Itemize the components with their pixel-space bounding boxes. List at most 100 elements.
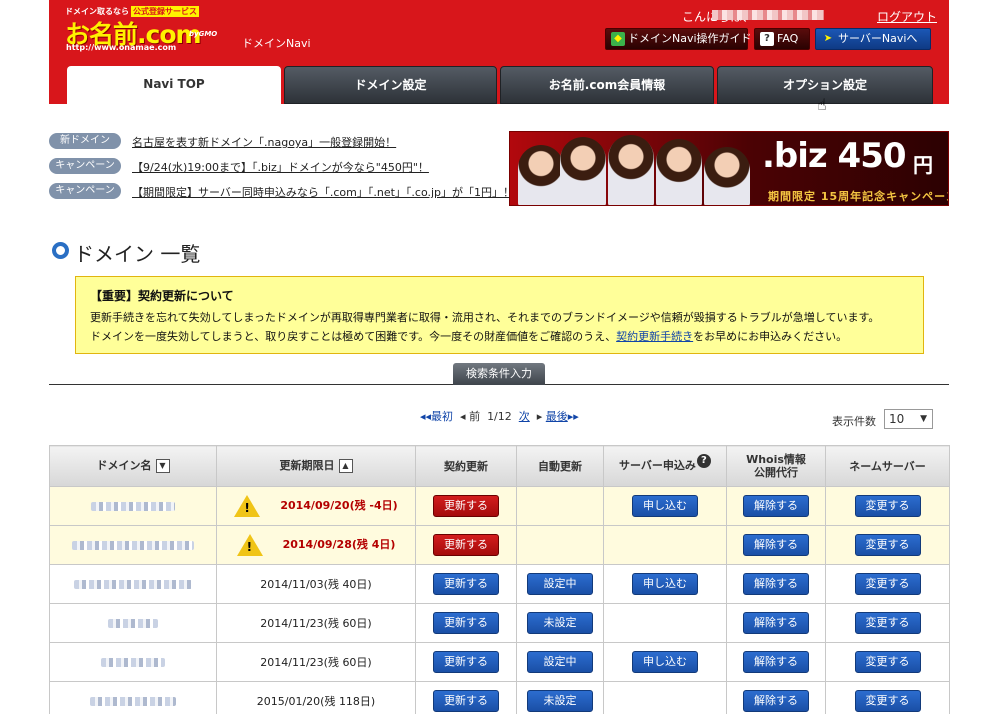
- domain-name-redacted[interactable]: [49, 603, 217, 643]
- nameserver-change-button[interactable]: 変更する: [854, 690, 921, 712]
- whois-release-button[interactable]: 解除する: [743, 573, 809, 595]
- server-navi-button[interactable]: ➤ サーバーNaviへ: [815, 28, 931, 50]
- banner-photo: [518, 135, 753, 205]
- per-page-label: 表示件数: [832, 415, 876, 428]
- first-page-link: ◂◂最初: [420, 410, 454, 423]
- expiry-date: 2014/11/23(残 60日): [216, 642, 416, 682]
- onamae-logo[interactable]: ドメイン取るなら 公式登録サービス お名前.com http://www.onam…: [65, 6, 233, 52]
- news-tag: キャンペーン: [49, 183, 121, 199]
- renew-button[interactable]: 更新する: [433, 612, 499, 634]
- beginner-mark-icon: ◆: [611, 32, 625, 46]
- help-icon[interactable]: ?: [696, 454, 711, 468]
- banner-headline: .biz 450: [762, 136, 907, 176]
- domain-name-redacted[interactable]: [49, 525, 217, 565]
- domain-name-redacted[interactable]: [49, 564, 217, 604]
- sort-asc-icon[interactable]: ▲: [338, 459, 353, 473]
- question-icon: ?: [760, 32, 774, 46]
- news-link[interactable]: 【9/24(水)19:00まで】「.biz」ドメインが今なら"450円"！: [132, 159, 429, 175]
- domain-name-redacted[interactable]: [49, 642, 217, 682]
- table-row: 2014/09/20(残 -4日) 更新する 申し込む 解除する 変更する: [49, 486, 950, 526]
- table-row: 2014/09/28(残 4日) 更新する 解除する 変更する: [49, 525, 950, 565]
- gmo-mark: byGMO: [189, 30, 218, 38]
- per-page-select[interactable]: 10 ▼: [884, 409, 933, 429]
- domain-name-redacted[interactable]: [49, 486, 217, 526]
- auto-renew-button[interactable]: 未設定: [527, 612, 593, 634]
- whois-release-button[interactable]: 解除する: [743, 612, 809, 634]
- prev-page-link: 前: [469, 410, 481, 423]
- warning-icon: [234, 495, 261, 517]
- col-expiry: 更新期限日 ▲: [216, 445, 416, 487]
- next-page-link[interactable]: 次: [519, 410, 530, 423]
- table-row: 2014/11/03(残 40日) 更新する 設定中 申し込む 解除する 変更す…: [49, 564, 950, 604]
- nameserver-change-button[interactable]: 変更する: [854, 495, 921, 517]
- news-tag: キャンペーン: [49, 158, 121, 174]
- notice-heading: 【重要】契約更新について: [90, 289, 234, 303]
- renew-button[interactable]: 更新する: [433, 651, 499, 673]
- renew-button[interactable]: 更新する: [433, 690, 499, 712]
- arrow-icon: ➤: [823, 33, 833, 44]
- col-nameserver: ネームサーバー: [825, 445, 950, 487]
- page-title: ドメイン 一覧: [52, 238, 200, 267]
- faq-button[interactable]: ? FAQ: [754, 28, 810, 50]
- expiry-date: 2015/01/20(残 118日): [216, 681, 416, 714]
- whois-release-button[interactable]: 解除する: [743, 534, 809, 556]
- renew-button[interactable]: 更新する: [433, 495, 499, 517]
- banner-unit: 円: [913, 153, 933, 177]
- logout-link[interactable]: ログアウト: [877, 8, 937, 25]
- server-apply-button[interactable]: 申し込む: [632, 495, 698, 517]
- expiry-date: 2014/09/28(残 4日): [282, 538, 396, 551]
- whois-release-button[interactable]: 解除する: [743, 690, 809, 712]
- notice-line-1: 更新手続きを忘れて失効してしまったドメインが再取得専門業者に取得・流用され、それ…: [90, 311, 880, 324]
- auto-renew-button[interactable]: 未設定: [527, 690, 593, 712]
- hand-cursor-icon: ☝: [817, 95, 827, 114]
- whois-release-button[interactable]: 解除する: [743, 495, 809, 517]
- news-item: キャンペーン 【9/24(水)19:00まで】「.biz」ドメインが今なら"45…: [49, 157, 489, 175]
- expiry-date: 2014/11/03(残 40日): [216, 564, 416, 604]
- table-row: 2014/11/23(残 60日) 更新する 設定中 申し込む 解除する 変更す…: [49, 642, 950, 682]
- chevron-down-icon: ▼: [920, 414, 927, 424]
- expiry-date: 2014/09/20(残 -4日): [280, 499, 398, 512]
- biz-campaign-banner[interactable]: .biz 450 円 期間限定 15周年記念キャンペーン: [509, 131, 949, 206]
- nameserver-change-button[interactable]: 変更する: [854, 534, 921, 556]
- warning-icon: [236, 534, 263, 556]
- news-item: キャンペーン 【期間限定】サーバー同時申込みなら「.com」「.net」「.co…: [49, 182, 514, 200]
- expiry-date: 2014/11/23(残 60日): [216, 603, 416, 643]
- auto-renew-button[interactable]: 設定中: [527, 651, 593, 673]
- nameserver-change-button[interactable]: 変更する: [854, 612, 921, 634]
- guide-button[interactable]: ◆ ドメインNavi操作ガイド: [605, 28, 752, 50]
- auto-renew-button[interactable]: 設定中: [527, 573, 593, 595]
- col-auto-renew: 自動更新: [516, 445, 604, 487]
- news-tag: 新ドメイン: [49, 133, 121, 149]
- news-link[interactable]: 名古屋を表す新ドメイン「.nagoya」一般登録開始！: [132, 134, 396, 150]
- table-row: 2015/01/20(残 118日) 更新する 未設定 解除する 変更する: [49, 681, 950, 714]
- pagination: ◂◂最初 ◂ 前 1/12 次 ▸ 最後▸▸: [420, 410, 579, 423]
- username-redacted: [712, 10, 824, 20]
- tab-navi-top[interactable]: Navi TOP: [67, 66, 281, 104]
- news-link[interactable]: 【期間限定】サーバー同時申込みなら「.com」「.net」「.co.jp」が「1…: [132, 184, 514, 200]
- renewal-procedure-link[interactable]: 契約更新手続き: [616, 330, 693, 343]
- bullet-icon: [52, 242, 69, 259]
- server-apply-button[interactable]: 申し込む: [632, 651, 698, 673]
- col-whois: Whois情報 公開代行: [726, 445, 826, 487]
- renewal-notice: 【重要】契約更新について 更新手続きを忘れて失効してしまったドメインが再取得専門…: [75, 276, 924, 354]
- renew-button[interactable]: 更新する: [433, 534, 499, 556]
- renew-button[interactable]: 更新する: [433, 573, 499, 595]
- domain-name-redacted[interactable]: [49, 681, 217, 714]
- nameserver-change-button[interactable]: 変更する: [854, 573, 921, 595]
- col-domain: ドメイン名 ▼: [49, 445, 217, 487]
- logo-url: http://www.onamae.com: [66, 43, 177, 52]
- server-apply-button[interactable]: 申し込む: [632, 573, 698, 595]
- nameserver-change-button[interactable]: 変更する: [854, 651, 921, 673]
- page-indicator: 1/12: [487, 410, 512, 423]
- domain-table: ドメイン名 ▼ 更新期限日 ▲ 契約更新 自動更新 サーバー申込み? Whois情報…: [49, 445, 950, 714]
- tab-member-info[interactable]: お名前.com会員情報: [500, 66, 714, 104]
- last-page-link[interactable]: 最後: [546, 410, 568, 423]
- search-conditions-toggle[interactable]: 検索条件入力: [453, 363, 545, 385]
- sort-desc-icon[interactable]: ▼: [155, 459, 170, 473]
- notice-line-2: ドメインを一度失効してしまうと、取り戻すことは極めて困難です。今一度その財産価値…: [90, 330, 848, 343]
- col-renew: 契約更新: [415, 445, 517, 487]
- table-row: 2014/11/23(残 60日) 更新する 未設定 解除する 変更する: [49, 603, 950, 643]
- whois-release-button[interactable]: 解除する: [743, 651, 809, 673]
- news-item: 新ドメイン 名古屋を表す新ドメイン「.nagoya」一般登録開始！: [49, 132, 489, 150]
- tab-domain-settings[interactable]: ドメイン設定: [284, 66, 497, 104]
